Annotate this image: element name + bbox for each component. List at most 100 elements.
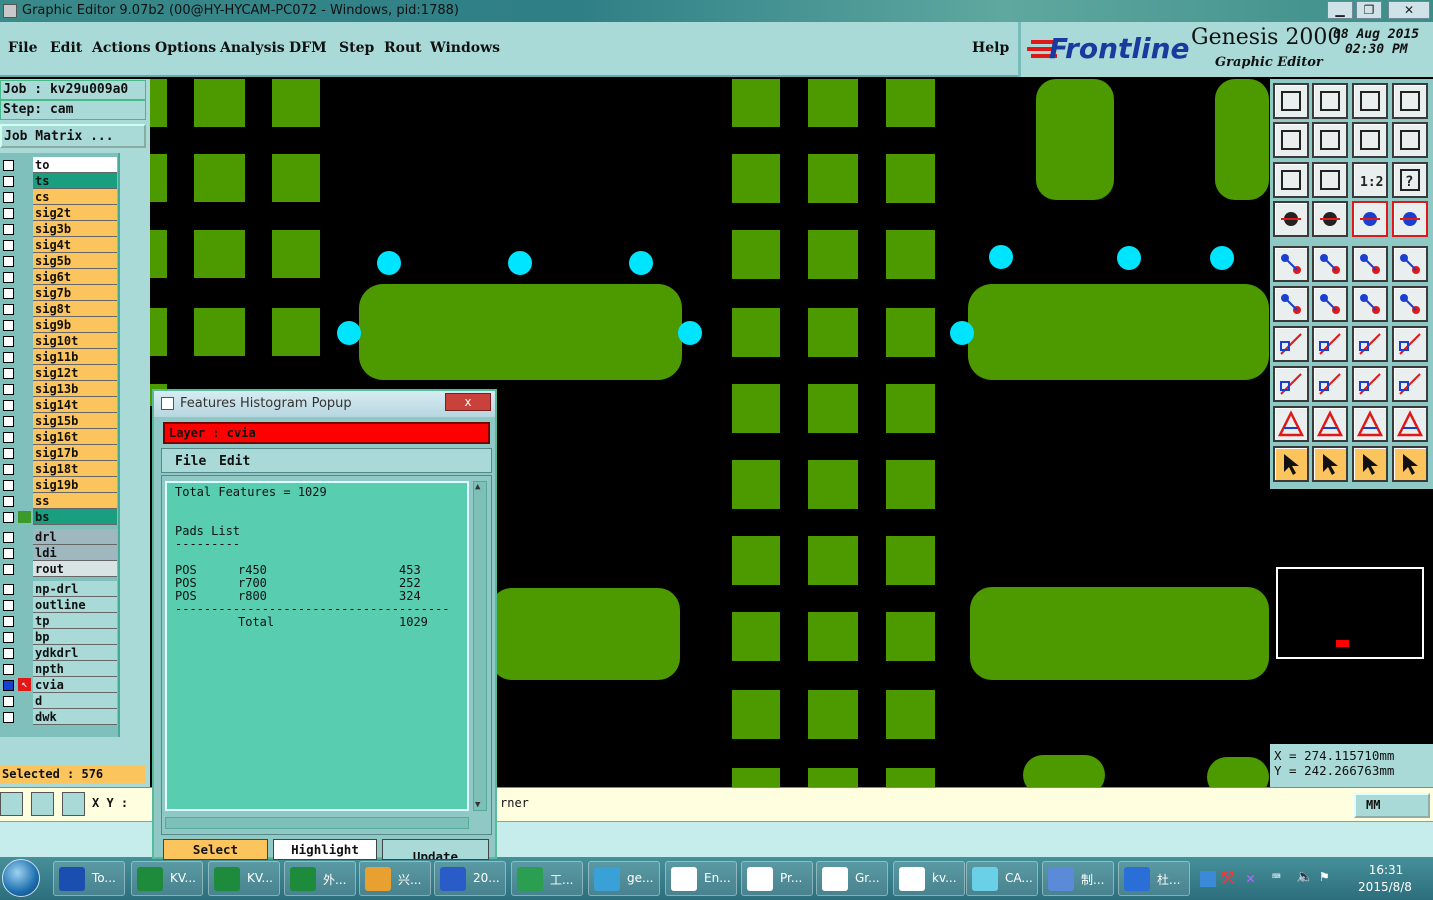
layer-row-bs[interactable]: bs — [0, 509, 118, 525]
taskbar-item[interactable]: ge... — [588, 861, 660, 896]
restore-button[interactable]: ❐ — [1356, 1, 1382, 19]
smd-pad[interactable] — [808, 230, 858, 279]
smd-pad[interactable] — [732, 384, 780, 433]
layer-row-ydkdrl[interactable]: ydkdrl — [0, 645, 118, 661]
layer-checkbox[interactable] — [3, 564, 14, 575]
via-pad[interactable] — [1117, 246, 1141, 270]
smd-pad[interactable] — [886, 384, 935, 433]
layer-name[interactable]: sig6t — [33, 269, 117, 285]
layer-row-sig3b[interactable]: sig3b — [0, 221, 118, 237]
connect-icon[interactable] — [1273, 286, 1309, 322]
copy-icon[interactable] — [1392, 286, 1428, 322]
large-pad[interactable] — [1036, 79, 1114, 200]
scale-1-2-icon[interactable]: 1:2 — [1352, 162, 1388, 198]
add-line-icon[interactable] — [1273, 326, 1309, 362]
smd-pad[interactable] — [886, 460, 935, 509]
tray-keyboard-icon[interactable]: ⌨ — [1272, 869, 1280, 885]
layer-name[interactable]: drl — [33, 529, 117, 545]
taskbar-item[interactable]: KV... — [131, 861, 203, 896]
smd-pad[interactable] — [886, 536, 935, 585]
layer-name[interactable]: ss — [33, 493, 117, 509]
layer-checkbox[interactable] — [3, 416, 14, 427]
layer-row-sig10t[interactable]: sig10t — [0, 333, 118, 349]
smd-pad[interactable] — [732, 612, 780, 661]
layer-name[interactable]: d — [33, 693, 117, 709]
cursor-tool-icon[interactable] — [1273, 201, 1309, 237]
layer-checkbox[interactable] — [3, 648, 14, 659]
layer-checkbox[interactable] — [3, 664, 14, 675]
smd-pad[interactable] — [886, 230, 935, 279]
zoom-center-icon[interactable] — [1312, 162, 1348, 198]
smd-pad[interactable] — [272, 79, 320, 127]
zoom-area-icon[interactable] — [1352, 122, 1388, 158]
menu-file[interactable]: File — [8, 40, 37, 56]
smd-pad[interactable] — [886, 690, 935, 739]
smd-pad[interactable] — [808, 536, 858, 585]
tray-red-icon[interactable]: ⤱ — [1222, 869, 1234, 887]
layer-row-to[interactable]: to — [0, 157, 118, 173]
taskbar-item[interactable]: 杜... — [1118, 861, 1190, 896]
layer-checkbox[interactable] — [3, 176, 14, 187]
large-pad[interactable] — [968, 284, 1269, 380]
move-icon[interactable] — [1352, 286, 1388, 322]
taskbar-item[interactable]: 外... — [284, 861, 356, 896]
layer-checkbox[interactable] — [3, 532, 14, 543]
layer-row-d[interactable]: d — [0, 693, 118, 709]
layer-row-sig18t[interactable]: sig18t — [0, 461, 118, 477]
layer-name[interactable]: sig19b — [33, 477, 117, 493]
layer-checkbox[interactable] — [3, 384, 14, 395]
smd-pad[interactable] — [808, 612, 858, 661]
layer-name[interactable]: tp — [33, 613, 117, 629]
layer-name[interactable]: sig3b — [33, 221, 117, 237]
layer-checkbox[interactable] — [3, 480, 14, 491]
layer-checkbox[interactable] — [3, 224, 14, 235]
select-mode-icon[interactable] — [1352, 201, 1388, 237]
via-pad[interactable] — [377, 251, 401, 275]
layer-checkbox[interactable] — [3, 696, 14, 707]
select-button[interactable]: Select — [163, 839, 268, 860]
layer-checkbox[interactable] — [3, 272, 14, 283]
layer-row-ldi[interactable]: ldi — [0, 545, 118, 561]
menu-windows[interactable]: Windows — [430, 40, 500, 56]
layer-checkbox[interactable] — [3, 432, 14, 443]
net-icon[interactable] — [1392, 366, 1428, 402]
layer-checkbox[interactable] — [3, 584, 14, 595]
layer-row-tp[interactable]: tp — [0, 613, 118, 629]
add-triangle-icon[interactable] — [1273, 406, 1309, 442]
taskbar-item[interactable]: Gr... — [816, 861, 888, 896]
select-arrow-box-icon[interactable] — [1352, 446, 1388, 482]
taskbar-item[interactable]: Pr... — [741, 861, 813, 896]
shape-c-icon[interactable] — [1392, 406, 1428, 442]
pad-icon[interactable] — [1273, 366, 1309, 402]
layer-name[interactable]: sig9b — [33, 317, 117, 333]
large-pad[interactable] — [490, 588, 680, 680]
layer-name[interactable]: sig2t — [33, 205, 117, 221]
layer-row-ts[interactable]: ts — [0, 173, 118, 189]
layer-checkbox[interactable] — [3, 448, 14, 459]
large-pad[interactable] — [1215, 79, 1269, 200]
horizontal-scrollbar[interactable] — [165, 817, 469, 829]
shape-b-icon[interactable] — [1352, 406, 1388, 442]
smd-pad[interactable] — [272, 308, 320, 356]
minimize-button[interactable]: ▁ — [1327, 1, 1353, 19]
undo-arc-icon[interactable] — [1352, 326, 1388, 362]
route-select-icon[interactable] — [1392, 446, 1428, 482]
smd-pad[interactable] — [808, 154, 858, 203]
layer-checkbox[interactable] — [3, 464, 14, 475]
zoom-fit-icon[interactable] — [0, 792, 23, 816]
layer-name[interactable]: sig4t — [33, 237, 117, 253]
update-button[interactable]: Update — [382, 839, 489, 860]
tray-app-icon[interactable] — [1200, 871, 1216, 887]
pan-left-icon[interactable] — [1273, 122, 1309, 158]
layer-name[interactable]: cvia — [33, 677, 117, 693]
layer-checkbox[interactable] — [3, 208, 14, 219]
layer-name[interactable]: sig8t — [33, 301, 117, 317]
layer-name[interactable]: sig17b — [33, 445, 117, 461]
smd-pad[interactable] — [732, 460, 780, 509]
layer-name[interactable]: cs — [33, 189, 117, 205]
layer-checkbox[interactable] — [3, 320, 14, 331]
smd-pad[interactable] — [150, 79, 167, 127]
layer-row-sig14t[interactable]: sig14t — [0, 397, 118, 413]
layer-checkbox[interactable] — [3, 600, 14, 611]
ruler-icon[interactable] — [1352, 246, 1388, 282]
